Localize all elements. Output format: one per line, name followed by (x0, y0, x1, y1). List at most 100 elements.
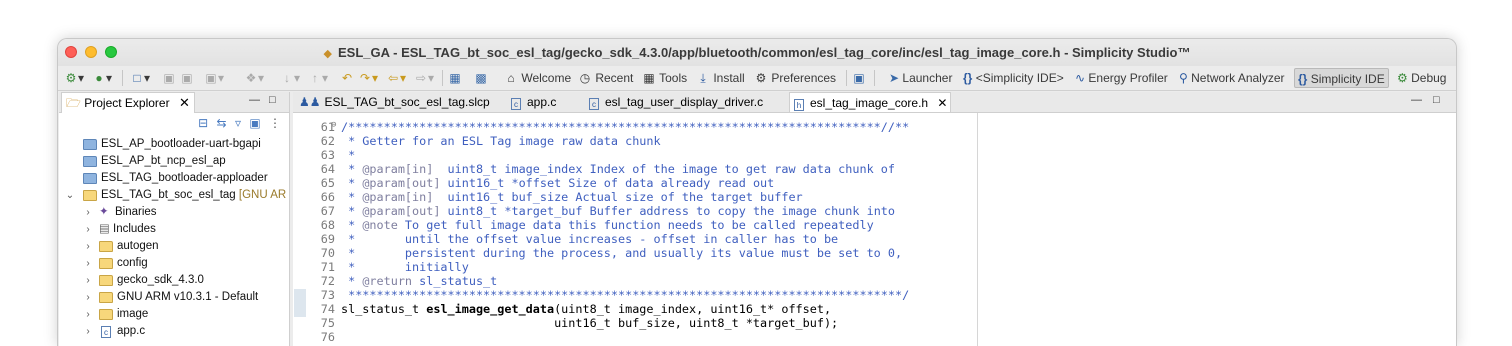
minimize-view-icon[interactable]: — (249, 94, 260, 106)
code-line: * @param[in] uint8_t image_index Index o… (341, 162, 895, 176)
people-icon: ♟♟ (299, 95, 321, 109)
line-number: 76 (320, 330, 335, 344)
project-tree: ESL_AP_bootloader-uart-bgapi ESL_AP_bt_n… (59, 136, 288, 340)
folder-icon (99, 258, 113, 269)
folder-icon (99, 241, 113, 252)
explorer-tab-bar: 🗁 Project Explorer ✕ — □ (59, 92, 289, 113)
tab-slcp[interactable]: ♟♟ ESL_TAG_bt_soc_esl_tag.slcp (295, 92, 490, 112)
bug-icon: ⚙ (1397, 71, 1408, 85)
save-icon[interactable]: ▣ (162, 70, 176, 86)
next-annotation-icon[interactable]: ↓ ▾ (280, 70, 300, 86)
chevron-right-icon[interactable]: › (83, 221, 93, 238)
open-perspective-button[interactable]: ▣ (852, 70, 866, 86)
previous-annotation-icon[interactable]: ↑ ▾ (308, 70, 328, 86)
back-icon[interactable]: ⇦ ▾ (386, 70, 406, 86)
tree-item[interactable]: › ▤ Includes (59, 221, 288, 238)
open-perspective-icon[interactable]: ▦ (448, 70, 462, 86)
project-explorer-panel: 🗁 Project Explorer ✕ — □ ⊟ ⇆ ▿ ▣ ⋮ ESL_A… (59, 92, 290, 346)
chevron-right-icon[interactable]: › (83, 272, 93, 289)
debug-dropdown-button[interactable]: ⚙ ▾ (64, 70, 84, 86)
tree-item[interactable]: › gecko_sdk_4.3.0 (59, 272, 288, 289)
new-dropdown-button[interactable]: □ ▾ (130, 70, 150, 86)
save-all-icon[interactable]: ▣ (180, 70, 194, 86)
preferences-button[interactable]: ⚙ Preferences (754, 70, 836, 86)
chevron-right-icon[interactable]: › (83, 255, 93, 272)
perspective-launcher[interactable]: ➤ Launcher (886, 68, 955, 88)
minimize-editor-icon[interactable]: — (1411, 94, 1422, 106)
tree-item[interactable]: › GNU ARM v10.3.1 - Default (59, 289, 288, 306)
tree-item[interactable]: ESL_AP_bootloader-uart-bgapi (59, 136, 288, 153)
filter-icon[interactable]: ▿ (235, 116, 241, 130)
perspective-simplicity-ide-custom[interactable]: {} <Simplicity IDE> (960, 68, 1067, 88)
build-icon[interactable]: ❖ ▾ (244, 70, 264, 86)
perspective-debug[interactable]: ⚙ Debug (1394, 68, 1449, 88)
chevron-right-icon[interactable]: › (83, 204, 93, 221)
tools-button[interactable]: ▦ Tools (642, 70, 687, 86)
view-menu-icon[interactable]: ⋮ (269, 116, 281, 130)
tree-item[interactable]: › c app.c (59, 323, 288, 340)
tree-item[interactable]: › config (59, 255, 288, 272)
chevron-down-icon[interactable]: ⌄ (65, 187, 75, 204)
code-line: * @param[out] uint16_t *offset Size of d… (341, 176, 775, 190)
line-number: 64 (320, 162, 335, 176)
last-edit-location-icon[interactable]: ↶ (340, 70, 354, 86)
code-line: ⊖/**************************************… (331, 120, 910, 134)
project-folder-icon (83, 156, 97, 167)
welcome-button[interactable]: ⌂ Welcome (504, 70, 571, 86)
collapse-all-icon[interactable]: ⊟ (198, 116, 208, 130)
folder-icon (99, 292, 113, 303)
code-line: * persistent during the process, and usu… (341, 246, 903, 260)
install-button[interactable]: ⤓ Install (696, 70, 744, 86)
download-icon: ⤓ (700, 71, 706, 85)
forward-icon[interactable]: ⇨ ▾ (414, 70, 434, 86)
focus-icon[interactable]: ▣ (249, 116, 260, 130)
print-icon[interactable]: ▣▾ (204, 70, 224, 86)
perspective-network-analyzer[interactable]: ⚲ Network Analyzer (1176, 68, 1288, 88)
tab-project-explorer[interactable]: 🗁 Project Explorer ✕ (61, 92, 195, 113)
tree-item[interactable]: ESL_TAG_bootloader-apploader (59, 170, 288, 187)
perspective-energy-profiler[interactable]: ∿ Energy Profiler (1072, 68, 1171, 88)
tab-image-core-h[interactable]: h esl_tag_image_core.h ✕ (789, 92, 951, 112)
tab-user-display-driver[interactable]: c esl_tag_user_display_driver.c (585, 92, 763, 112)
gear-icon: ⚙ (755, 71, 767, 85)
forward-edit-icon[interactable]: ↷ ▾ (358, 70, 378, 86)
network-icon: ⚲ (1179, 71, 1188, 85)
link-with-editor-icon[interactable]: ⇆ (217, 116, 227, 130)
close-icon[interactable]: ✕ (179, 95, 190, 110)
tree-item[interactable]: › ✦ Binaries (59, 204, 288, 221)
perspective-simplicity-ide[interactable]: {} Simplicity IDE (1294, 68, 1389, 88)
main-toolbar: ⚙ ▾ ● ▾ □ ▾ ▣ ▣ ▣▾ ❖ ▾ ↓ ▾ ↑ ▾ ↶ ↷ ▾ ⇦ ▾ ⇨ ▾ ▦ ▩ … (58, 66, 1456, 91)
code-editor[interactable]: 61 ⊖/***********************************… (293, 113, 1456, 346)
title-bar: ◆ ESL_GA - ESL_TAG_bt_soc_esl_tag/gecko_s… (58, 39, 1456, 66)
c-file-icon: c (101, 326, 111, 338)
editor-tab-bar: ♟♟ ESL_TAG_bt_soc_esl_tag.slcp c app.c c es… (293, 92, 1456, 113)
chevron-right-icon[interactable]: › (83, 238, 93, 255)
tab-app-c[interactable]: c app.c (507, 92, 556, 112)
line-number: 67 (320, 204, 335, 218)
tree-item[interactable]: › autogen (59, 238, 288, 255)
maximize-view-icon[interactable]: □ (269, 94, 276, 106)
folder-icon (99, 275, 113, 286)
rocket-icon: ➤ (889, 71, 900, 85)
line-number: 73 (320, 288, 335, 302)
chevron-right-icon[interactable]: › (83, 289, 93, 306)
project-folder-icon (83, 139, 97, 150)
chevron-right-icon[interactable]: › (83, 323, 93, 340)
chip-icon[interactable]: ▩ (474, 70, 488, 86)
tree-item[interactable]: ⌄ ESL_TAG_bt_soc_esl_tag [GNU AR (59, 187, 288, 204)
tree-item[interactable]: ESL_AP_bt_ncp_esl_ap (59, 153, 288, 170)
code-line: * @param[out] uint8_t *target_buf Buffer… (341, 204, 896, 218)
code-line: * Getter for an ESL Tag image raw data c… (341, 134, 661, 148)
tree-item[interactable]: › image (59, 306, 288, 323)
maximize-editor-icon[interactable]: □ (1433, 94, 1440, 106)
close-icon[interactable]: ✕ (937, 96, 947, 110)
recent-button[interactable]: ◷ Recent (578, 70, 634, 86)
flash-dropdown-button[interactable]: ● ▾ (92, 70, 112, 86)
braces-icon: {} (963, 71, 973, 85)
folder-icon: 🗁 (66, 96, 81, 110)
binaries-icon: ✦ (99, 206, 109, 218)
chevron-right-icon[interactable]: › (83, 306, 93, 323)
fold-icon[interactable]: ⊖ (331, 120, 336, 130)
project-folder-icon (83, 190, 97, 201)
home-icon: ⌂ (507, 71, 515, 85)
